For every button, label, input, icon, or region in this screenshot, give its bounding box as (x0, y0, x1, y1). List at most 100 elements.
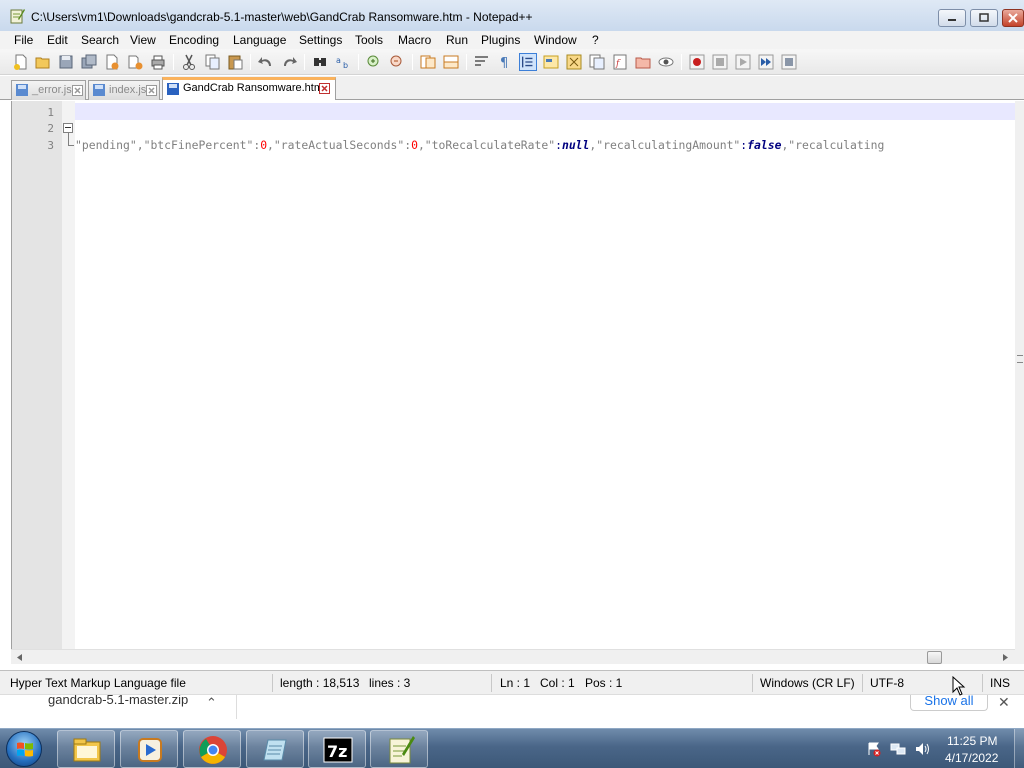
windows-logo-icon (17, 742, 33, 757)
scroll-thumb[interactable] (927, 651, 942, 664)
save-macro-icon[interactable] (780, 53, 798, 71)
word-wrap-icon[interactable] (473, 53, 491, 71)
editor-area[interactable]: 1 2 3 "pending","btcFinePercent":0,"rate… (11, 101, 1024, 649)
zoom-out-icon[interactable] (388, 53, 406, 71)
save-icon[interactable] (57, 53, 75, 71)
maximize-button[interactable] (970, 9, 998, 27)
tab-label: index.js (109, 84, 147, 96)
taskbar-media-player[interactable] (120, 730, 178, 768)
scroll-left-icon[interactable] (14, 652, 26, 663)
code-token: "recalculatingAmount" (596, 138, 741, 152)
clock-date[interactable]: 4/17/2022 (945, 751, 998, 765)
menu-settings[interactable]: Settings (299, 33, 342, 47)
close-file-icon[interactable] (103, 53, 121, 71)
scroll-grip (1017, 355, 1023, 363)
menu-window[interactable]: Window (534, 33, 577, 47)
find-icon[interactable] (311, 53, 329, 71)
doc-list-icon[interactable] (588, 53, 606, 71)
new-file-icon[interactable] (12, 53, 30, 71)
tab-close-icon[interactable] (146, 85, 157, 96)
print-icon[interactable] (149, 53, 167, 71)
close-icon[interactable]: ✕ (998, 695, 1010, 711)
download-item[interactable]: gandcrab-5.1-master.zip (48, 695, 188, 707)
monitoring-icon[interactable] (657, 53, 675, 71)
function-list-icon[interactable]: f (611, 53, 629, 71)
cut-icon[interactable] (180, 53, 198, 71)
status-file-type: Hyper Text Markup Language file (10, 676, 186, 690)
redo-icon[interactable] (280, 53, 298, 71)
indent-guide-icon[interactable] (519, 53, 537, 71)
sync-horizontal-icon[interactable] (442, 53, 460, 71)
copy-icon[interactable] (203, 53, 221, 71)
menu-encoding[interactable]: Encoding (169, 33, 219, 47)
status-eol: Windows (CR LF) (760, 676, 855, 690)
network-icon[interactable] (890, 741, 906, 757)
action-center-icon[interactable] (866, 741, 882, 757)
menu-macro[interactable]: Macro (398, 33, 431, 47)
close-all-icon[interactable] (126, 53, 144, 71)
svg-text:¶: ¶ (500, 56, 508, 71)
play-macro-icon[interactable] (734, 53, 752, 71)
start-button[interactable] (6, 731, 42, 767)
save-all-icon[interactable] (80, 53, 98, 71)
code-token: , (267, 138, 274, 152)
taskbar-explorer[interactable] (57, 730, 115, 768)
run-macro-multiple-icon[interactable] (757, 53, 775, 71)
taskbar-notepadpp[interactable] (370, 730, 428, 768)
tab-gandcrab-htm[interactable]: GandCrab Ransomware.htm (162, 77, 336, 100)
tab-error-js[interactable]: _error.js (11, 80, 86, 100)
taskbar-notepad[interactable] (246, 730, 304, 768)
tab-close-icon[interactable] (319, 83, 330, 94)
notepadpp-icon (389, 736, 415, 764)
divider (236, 695, 237, 719)
menu-plugins[interactable]: Plugins (481, 33, 520, 47)
svg-text:a: a (336, 56, 341, 65)
close-button[interactable] (1002, 9, 1024, 27)
title-bar: C:\Users\vm1\Downloads\gandcrab-5.1-mast… (0, 0, 1024, 32)
sync-vertical-icon[interactable] (419, 53, 437, 71)
file-icon (93, 84, 105, 96)
status-bar: Hyper Text Markup Language file length :… (0, 670, 1024, 694)
folder-workspace-icon[interactable] (634, 53, 652, 71)
taskbar-chrome[interactable] (183, 730, 241, 768)
clock-time[interactable]: 11:25 PM (947, 734, 997, 748)
code-token: : (555, 138, 562, 152)
undo-icon[interactable] (257, 53, 275, 71)
code-token: "pending" (75, 138, 137, 152)
zoom-in-icon[interactable] (365, 53, 383, 71)
menu-view[interactable]: View (130, 33, 156, 47)
line-number: 2 (47, 122, 54, 135)
scroll-right-icon[interactable] (999, 652, 1011, 663)
menu-tools[interactable]: Tools (355, 33, 383, 47)
udl-icon[interactable] (542, 53, 560, 71)
tab-index-js[interactable]: index.js (88, 80, 160, 100)
tab-close-icon[interactable] (72, 85, 83, 96)
menu-file[interactable]: File (14, 33, 33, 47)
line-number: 3 (47, 139, 54, 152)
minimize-button[interactable] (938, 9, 966, 27)
line-number: 1 (47, 106, 54, 119)
volume-icon[interactable] (914, 741, 930, 757)
paste-icon[interactable] (226, 53, 244, 71)
vertical-scrollbar[interactable] (1015, 101, 1024, 649)
replace-icon[interactable]: ab (334, 53, 352, 71)
menu-search[interactable]: Search (81, 33, 119, 47)
show-desktop-button[interactable] (1014, 729, 1024, 768)
svg-text:7z: 7z (327, 742, 347, 761)
taskbar-7zip[interactable]: 7z (308, 730, 366, 768)
status-insert-mode: INS (990, 676, 1011, 690)
open-file-icon[interactable] (34, 53, 52, 71)
doc-map-icon[interactable] (565, 53, 583, 71)
menu-edit[interactable]: Edit (47, 33, 68, 47)
chevron-down-icon[interactable]: ⌃ (206, 695, 217, 711)
fold-toggle-icon[interactable] (63, 123, 73, 133)
show-all-chars-icon[interactable]: ¶ (496, 53, 514, 71)
show-all-button[interactable]: Show all (910, 695, 988, 711)
code-token: "btcFinePercent" (143, 138, 254, 152)
menu-language[interactable]: Language (233, 33, 286, 47)
menu-help[interactable]: ? (592, 33, 599, 47)
menu-run[interactable]: Run (446, 33, 468, 47)
horizontal-scrollbar[interactable] (11, 649, 1015, 664)
stop-macro-icon[interactable] (711, 53, 729, 71)
record-macro-icon[interactable] (688, 53, 706, 71)
